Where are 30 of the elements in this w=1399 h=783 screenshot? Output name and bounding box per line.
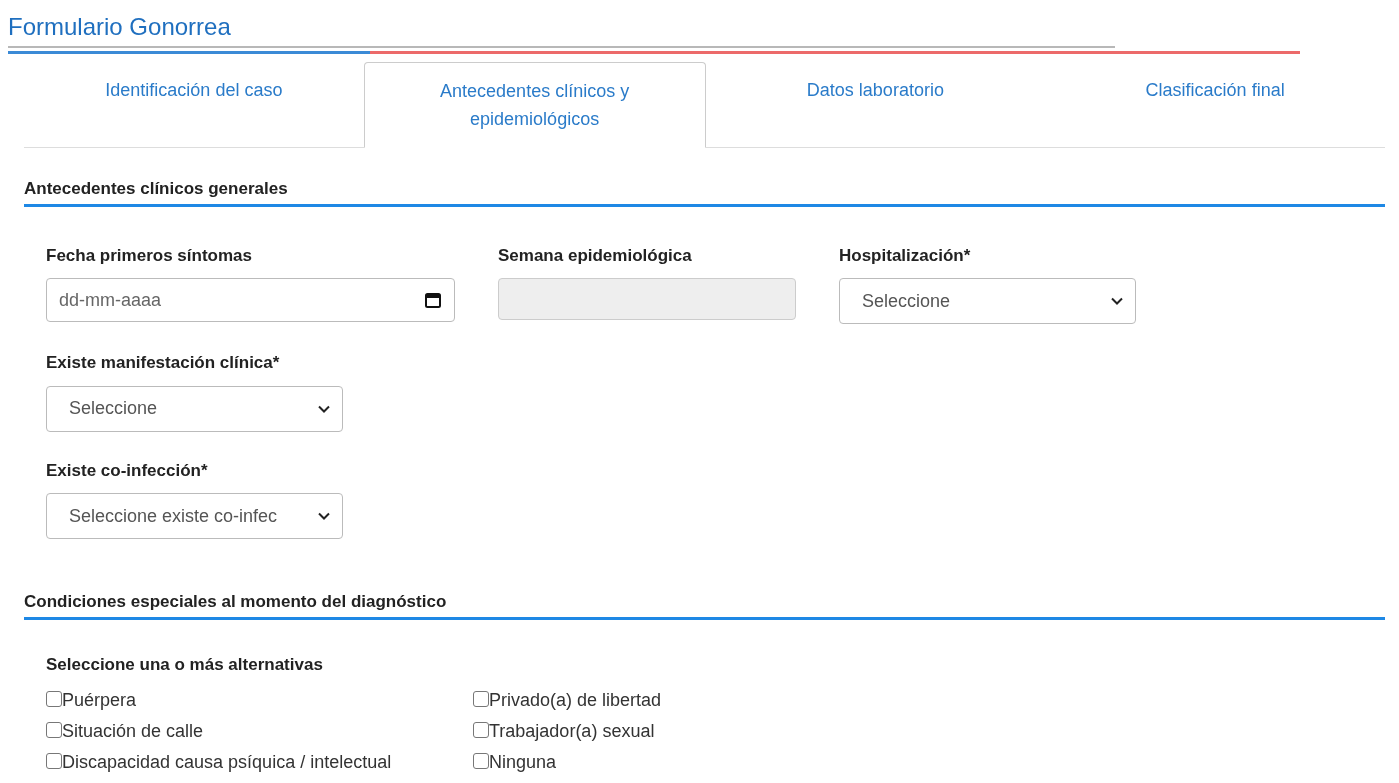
checkbox[interactable] [46,752,62,769]
form-title: Formulario Gonorrea [8,12,232,42]
field-label: Existe co-infección* [46,459,209,482]
chevron-down-icon [1111,297,1123,305]
chevron-down-icon [318,512,330,520]
section-header: Condiciones especiales al momento del diagnóstico [24,589,1385,620]
checkbox[interactable] [46,721,62,738]
field-label: Hospitalización* [839,244,972,267]
checkbox[interactable] [473,721,489,738]
date-field[interactable]: dd-mm-aaaa [46,278,455,322]
checkbox-option[interactable]: Situación de calle [46,720,473,743]
chevron-down-icon [318,404,330,413]
select-dropdown[interactable]: Seleccione [839,278,1136,324]
field-label: Existe manifestación clínica* [46,352,281,374]
section-header: Antecedentes clínicos generales [24,176,1385,207]
checkbox[interactable] [46,690,62,707]
select-dropdown[interactable]: Seleccione [46,385,343,432]
select-dropdown[interactable]: Seleccione existe co-infec [46,493,343,539]
checkbox-option[interactable]: Trabajador(a) sexual [473,720,746,743]
checkbox-option[interactable]: Privado(a) de libertad [473,689,746,712]
field-label: Semana epidemiológica [498,244,693,267]
checkbox-option[interactable]: Puérpera [46,689,473,712]
checkbox[interactable] [473,752,489,769]
instruction-label: Seleccione una o más alternativas [46,653,324,676]
checkbox-option[interactable]: Ninguna [473,751,746,774]
field-label: Fecha primeros síntomas [46,244,253,267]
tab[interactable]: Antecedentes clínicos y epidemiológicos [363,62,706,148]
calendar-icon [424,291,442,309]
checkbox-option[interactable]: Discapacidad causa psíquica / intelectual [46,751,473,774]
checkbox[interactable] [473,690,489,707]
